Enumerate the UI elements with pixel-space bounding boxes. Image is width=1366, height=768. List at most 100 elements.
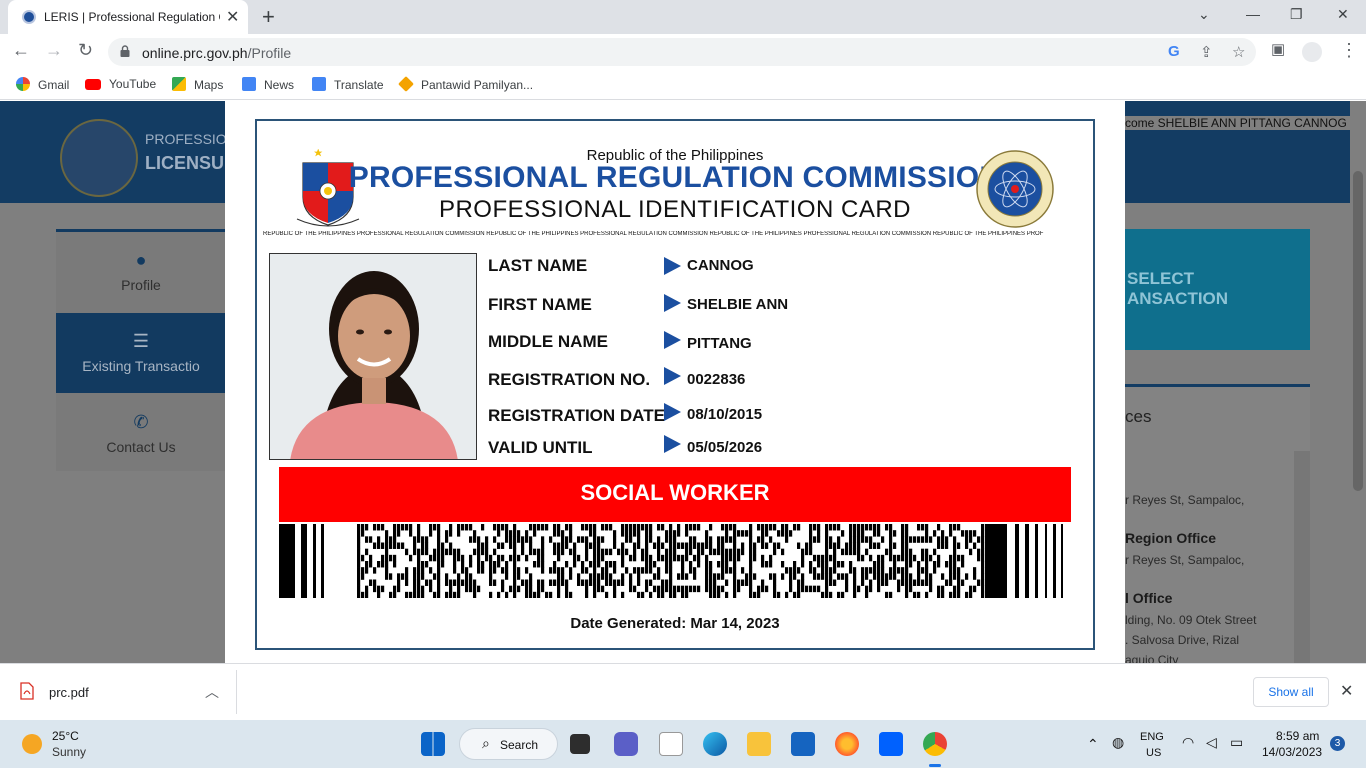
news-icon [242, 77, 256, 91]
sidebar-item-label: Profile [121, 277, 161, 293]
chevron-up-icon[interactable]: ⌃ [1087, 736, 1099, 753]
edge-browser-icon[interactable] [703, 732, 727, 756]
pdf-file-icon [20, 682, 34, 700]
sidebar-item-label: Existing Transactio [82, 358, 200, 374]
sidebar-item-profile[interactable]: ● Profile [56, 232, 226, 312]
bookmark-maps[interactable]: Maps [172, 77, 223, 92]
bookmark-gmail[interactable]: Gmail [16, 77, 69, 92]
browser-toolbar: ← → ↻ online.prc.gov.ph/Profile G ⇪ ☆ ▣ … [0, 34, 1366, 70]
pdf417-barcode [279, 524, 1063, 598]
field-label-registration-date: REGISTRATION DATE [488, 406, 665, 425]
task-view-icon[interactable] [570, 734, 590, 754]
phone-icon: ✆ [133, 412, 149, 432]
youtube-icon [85, 79, 101, 90]
google-translate-icon[interactable]: G [1168, 43, 1180, 60]
lock-icon [120, 45, 130, 57]
weather-condition[interactable]: Sunny [52, 745, 86, 759]
new-tab-icon[interactable]: + [262, 4, 275, 30]
restore-icon[interactable]: ❐ [1290, 6, 1303, 23]
close-window-icon[interactable]: ✕ [1337, 6, 1349, 23]
page-scrollbar[interactable] [1350, 101, 1366, 663]
field-label-middle-name: MIDDLE NAME [488, 332, 608, 351]
volume-icon[interactable]: ◁ [1206, 734, 1217, 751]
clock-date[interactable]: 14/03/2023 [1262, 745, 1322, 759]
file-explorer-icon[interactable] [747, 732, 771, 756]
bookmarks-bar: Gmail YouTube Maps News Translate Pantaw… [0, 70, 1366, 100]
field-label-registration-no: REGISTRATION NO. [488, 370, 651, 389]
sidebar-item-contact-us[interactable]: ✆ Contact Us [56, 394, 226, 474]
taskbar-search[interactable]: ⌕ Search [459, 728, 558, 760]
select-transaction-line2: ANSACTION [1127, 289, 1229, 308]
notification-badge[interactable]: 3 [1330, 736, 1345, 751]
bookmark-news[interactable]: News [242, 77, 294, 92]
office-address: r Reyes St, Sampaloc, [1125, 553, 1245, 567]
close-downloads-icon[interactable]: ✕ [1340, 681, 1353, 701]
close-tab-icon[interactable]: ✕ [226, 7, 239, 27]
language-line2[interactable]: US [1146, 747, 1161, 759]
battery-icon[interactable]: ▭ [1230, 734, 1243, 751]
mail-icon[interactable] [791, 732, 815, 756]
office-address: . Salvosa Drive, Rizal [1125, 633, 1240, 647]
url-host: online.prc.gov.ph [142, 45, 248, 61]
sidebar-item-existing-transactions[interactable]: ☰ Existing Transactio [56, 313, 226, 393]
play-arrow-icon [664, 294, 681, 312]
field-value-registration-date: 08/10/2015 [687, 406, 763, 423]
chrome-icon[interactable] [923, 732, 947, 756]
reload-icon[interactable]: ↻ [78, 40, 93, 61]
office-name: Region Office [1125, 530, 1217, 546]
browser-tab[interactable]: LERIS | Professional Regulation C ✕ [8, 0, 248, 34]
dropbox-icon[interactable] [879, 732, 903, 756]
share-icon[interactable]: ⇪ [1200, 43, 1213, 61]
bookmark-label: Translate [334, 78, 384, 92]
date-generated: Date Generated: Mar 14, 2023 [570, 615, 780, 632]
prc-favicon-icon [22, 10, 36, 24]
profile-avatar-icon[interactable] [1302, 42, 1322, 62]
firefox-icon[interactable] [835, 732, 859, 756]
weather-temperature[interactable]: 25°C [52, 729, 79, 743]
tab-search-icon[interactable]: ⌄ [1198, 6, 1210, 23]
play-arrow-icon [664, 435, 681, 453]
show-all-button[interactable]: Show all [1253, 677, 1329, 707]
offices-title: ces [1125, 407, 1152, 426]
scrollbar-thumb[interactable] [1353, 171, 1363, 491]
sun-weather-icon[interactable] [22, 734, 42, 754]
search-icon: ⌕ [482, 735, 490, 751]
field-value-registration-no: 0022836 [687, 371, 746, 388]
language-line1[interactable]: ENG [1140, 731, 1164, 743]
portrait-image [270, 254, 476, 459]
offices-scrollbar[interactable] [1294, 451, 1310, 663]
chevron-up-icon[interactable]: ︿ [205, 682, 219, 702]
bookmark-youtube[interactable]: YouTube [85, 77, 156, 91]
side-panel-icon[interactable]: ▣ [1271, 40, 1285, 58]
bookmark-label: Gmail [38, 78, 70, 92]
clock-time[interactable]: 8:59 am [1276, 729, 1319, 743]
wifi-icon[interactable]: ◠ [1182, 734, 1194, 751]
user-icon: ● [135, 250, 147, 270]
minimize-icon[interactable]: — [1246, 6, 1260, 22]
office-address: aguio City [1125, 653, 1179, 663]
select-transaction-button[interactable]: SELECT ANSACTION [1125, 229, 1310, 350]
bookmark-pantawid[interactable]: Pantawid Pamilyan... [398, 76, 534, 92]
address-bar[interactable]: online.prc.gov.ph/Profile G ⇪ ☆ [108, 38, 1256, 66]
card-commission-title: PROFESSIONAL REGULATION COMMISSION [348, 161, 1002, 194]
back-icon[interactable]: ← [12, 40, 30, 61]
translate-icon [312, 77, 326, 91]
url-path: /Profile [247, 45, 292, 61]
menu-icon[interactable]: ⋮ [1340, 40, 1358, 61]
download-filename[interactable]: prc.pdf [49, 685, 89, 700]
list-icon: ☰ [132, 331, 150, 351]
bookmark-star-icon[interactable]: ☆ [1232, 43, 1245, 61]
teams-chat-icon[interactable] [614, 732, 638, 756]
site-title-line2: LICENSU [145, 153, 225, 173]
bookmark-translate[interactable]: Translate [312, 77, 384, 92]
field-value-middle-name: PITTANG [687, 335, 752, 352]
forward-icon[interactable]: → [45, 40, 63, 61]
professional-id-card: Republic of the Philippines PROFESSIONAL… [255, 119, 1095, 650]
welcome-marquee: come SHELBIE ANN PITTANG CANNOG [1125, 116, 1350, 130]
field-label-last-name: LAST NAME [488, 256, 588, 275]
play-arrow-icon [664, 257, 681, 275]
amazon-icon[interactable] [659, 732, 683, 756]
windows-start-icon[interactable] [421, 732, 445, 756]
network-error-icon[interactable]: ◍ [1112, 734, 1124, 751]
bookmark-label: Pantawid Pamilyan... [421, 78, 534, 92]
